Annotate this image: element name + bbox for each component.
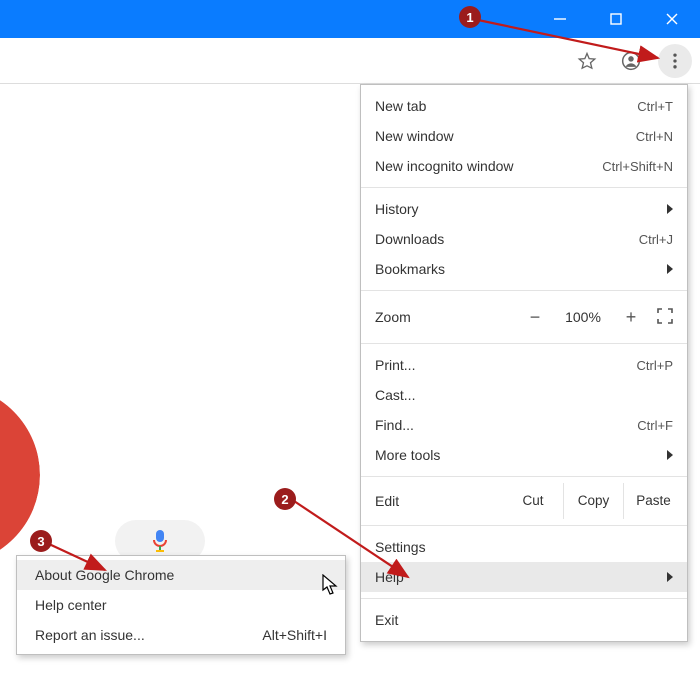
menu-item-cast[interactable]: Cast...	[361, 380, 687, 410]
menu-item-new-incognito[interactable]: New incognito windowCtrl+Shift+N	[361, 151, 687, 181]
fullscreen-button[interactable]	[657, 308, 673, 327]
menu-item-more-tools[interactable]: More tools	[361, 440, 687, 470]
microphone-icon	[151, 529, 169, 553]
zoom-in-button[interactable]: +	[621, 307, 641, 328]
menu-item-zoom: Zoom − 100% +	[361, 297, 687, 337]
menu-item-new-tab[interactable]: New tabCtrl+T	[361, 91, 687, 121]
menu-item-new-window[interactable]: New windowCtrl+N	[361, 121, 687, 151]
menu-separator	[361, 187, 687, 188]
menu-separator	[361, 343, 687, 344]
annotation-arrow-1	[468, 10, 678, 70]
annotation-badge-3: 3	[30, 530, 52, 552]
menu-item-bookmarks[interactable]: Bookmarks	[361, 254, 687, 284]
menu-item-find[interactable]: Find...Ctrl+F	[361, 410, 687, 440]
annotation-badge-2: 2	[274, 488, 296, 510]
submenu-item-help-center[interactable]: Help center	[17, 590, 345, 620]
submenu-arrow-icon	[667, 204, 673, 214]
fullscreen-icon	[657, 308, 673, 324]
menu-item-downloads[interactable]: DownloadsCtrl+J	[361, 224, 687, 254]
menu-separator	[361, 476, 687, 477]
menu-item-exit[interactable]: Exit	[361, 605, 687, 635]
edit-paste-button[interactable]: Paste	[623, 483, 683, 519]
annotation-badge-1: 1	[459, 6, 481, 28]
submenu-item-report-issue[interactable]: Report an issue...Alt+Shift+I	[17, 620, 345, 650]
menu-item-print[interactable]: Print...Ctrl+P	[361, 350, 687, 380]
submenu-arrow-icon	[667, 450, 673, 460]
edit-cut-button[interactable]: Cut	[503, 483, 563, 519]
annotation-arrow-3	[45, 540, 115, 580]
edit-copy-button[interactable]: Copy	[563, 483, 623, 519]
zoom-out-button[interactable]: −	[525, 307, 545, 328]
zoom-value: 100%	[561, 309, 605, 325]
menu-separator	[361, 290, 687, 291]
mouse-cursor-icon	[322, 574, 340, 601]
submenu-arrow-icon	[667, 572, 673, 582]
menu-separator	[361, 598, 687, 599]
annotation-arrow-2	[290, 497, 420, 589]
menu-item-history[interactable]: History	[361, 194, 687, 224]
zoom-label: Zoom	[375, 309, 465, 325]
submenu-arrow-icon	[667, 264, 673, 274]
